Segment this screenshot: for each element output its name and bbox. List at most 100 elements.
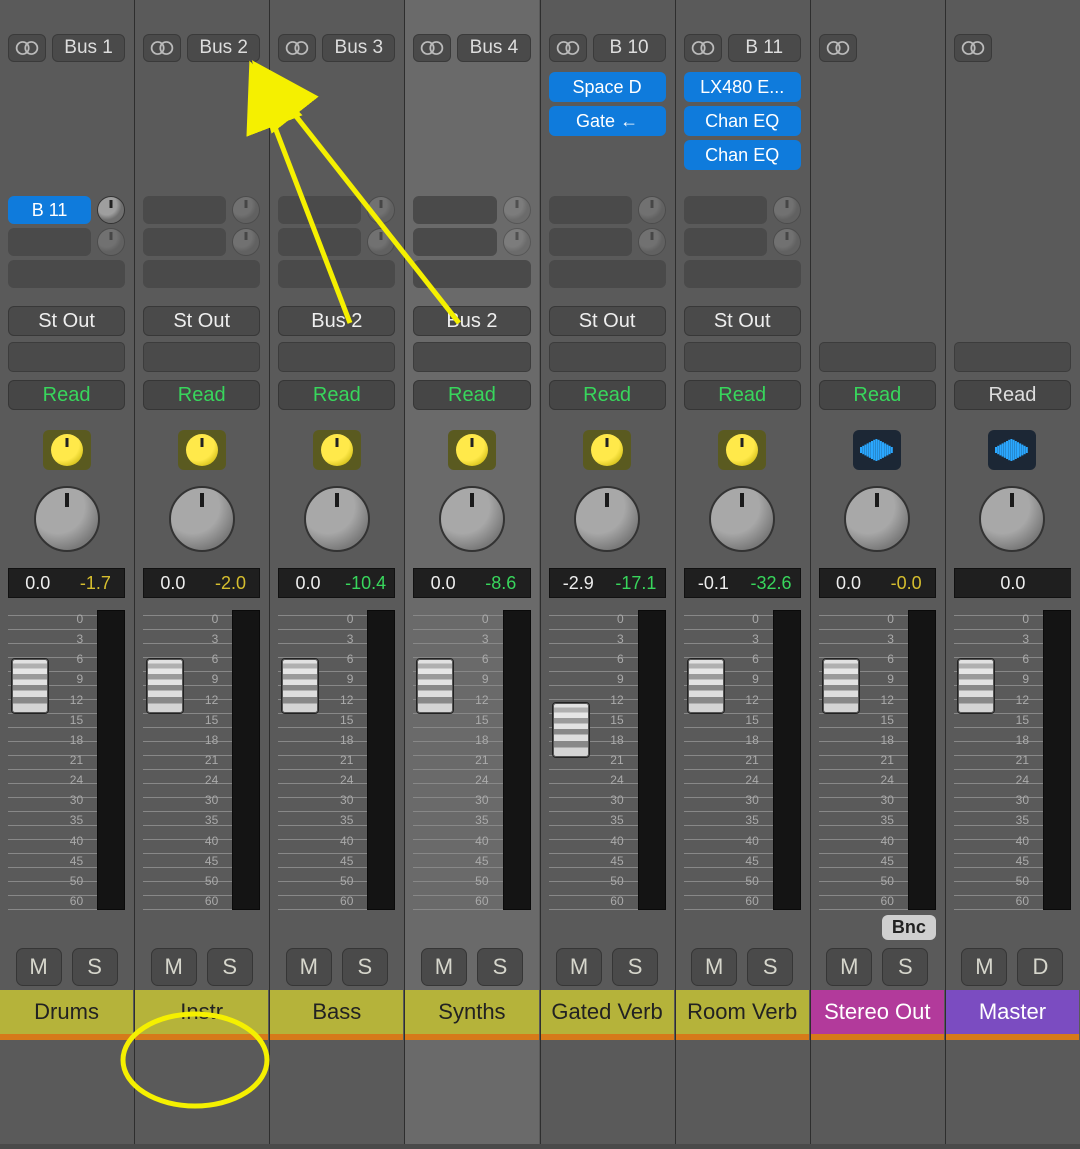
pan-knob[interactable] [169,486,235,552]
insert-slot[interactable]: Chan EQ [684,106,801,136]
output-slot[interactable]: Bus 2 [278,306,395,336]
solo-button[interactable]: S [342,948,388,986]
automation-mode-button[interactable]: Read [413,380,530,410]
track-name[interactable]: Drums [0,990,133,1034]
solo-button[interactable]: S [747,948,793,986]
output-slot[interactable]: St Out [684,306,801,336]
fader-track[interactable] [284,610,314,910]
solo-button[interactable]: S [72,948,118,986]
send-level-knob[interactable] [503,228,531,256]
stereo-icon[interactable] [819,34,857,62]
channel-strip[interactable]: B 11LX480 E...Chan EQChan EQ St OutRead-… [675,0,810,1144]
inserts-area[interactable]: Space DGate ← [549,72,666,190]
pan-knob[interactable] [709,486,775,552]
pan-knob[interactable] [439,486,505,552]
sends-area[interactable] [413,196,530,300]
send-slot-empty[interactable] [549,228,632,256]
fader-cap[interactable] [552,702,590,758]
stereo-icon[interactable] [143,34,181,62]
group-slot[interactable] [143,342,260,372]
fader-cap[interactable] [146,658,184,714]
gain-knob[interactable] [448,430,496,470]
input-bus-slot[interactable]: Bus 3 [322,34,395,62]
send-level-knob[interactable] [232,196,260,224]
output-slot[interactable]: St Out [549,306,666,336]
inserts-area[interactable] [143,72,260,190]
gain-knob[interactable] [313,430,361,470]
send-level-knob[interactable] [367,228,395,256]
stereo-icon[interactable] [549,34,587,62]
stereo-icon[interactable] [278,34,316,62]
sends-area[interactable] [954,196,1071,300]
channel-strip[interactable]: Read0.0 03691215182124303540455060 M D M… [945,0,1080,1144]
track-name[interactable]: Master [946,990,1079,1034]
pan-knob[interactable] [304,486,370,552]
inserts-area[interactable] [413,72,530,190]
channel-strip[interactable]: B 10Space DGate ← St OutRead-2.9-17.1 03… [540,0,675,1144]
send-slot-empty[interactable] [143,260,260,288]
send-slot-empty[interactable] [143,196,226,224]
send-slot-empty[interactable] [278,228,361,256]
group-slot[interactable] [684,342,801,372]
output-slot[interactable]: Bus 2 [413,306,530,336]
channel-strip[interactable]: Bus 2 St OutRead0.0-2.0 0369121518212430… [134,0,269,1144]
automation-mode-button[interactable]: Read [684,380,801,410]
sends-area[interactable] [278,196,395,300]
waveform-icon[interactable] [853,430,901,470]
send-slot-empty[interactable] [684,260,801,288]
fader-track[interactable] [555,610,585,910]
fader-track[interactable] [960,610,990,910]
send-slot-empty[interactable] [549,196,632,224]
stereo-icon[interactable] [8,34,46,62]
send-slot-empty[interactable] [278,260,395,288]
send-slot-empty[interactable] [278,196,361,224]
send-level-knob[interactable] [367,196,395,224]
group-slot[interactable] [413,342,530,372]
output-slot[interactable]: St Out [8,306,125,336]
pan-knob[interactable] [844,486,910,552]
automation-mode-button[interactable]: Read [549,380,666,410]
pan-knob[interactable] [979,486,1045,552]
mute-button[interactable]: M [421,948,467,986]
channel-strip[interactable]: Bus 4 Bus 2Read0.0-8.6 03691215182124303… [404,0,539,1144]
track-name[interactable]: Gated Verb [541,990,674,1034]
inserts-area[interactable] [954,72,1071,190]
track-name[interactable]: Bass [270,990,403,1034]
send-level-knob[interactable] [232,228,260,256]
group-slot[interactable] [549,342,666,372]
automation-mode-button[interactable]: Read [954,380,1071,410]
mute-button[interactable]: M [556,948,602,986]
inserts-area[interactable] [8,72,125,190]
solo-button[interactable]: S [882,948,928,986]
sends-area[interactable]: B 11 [8,196,125,300]
sends-area[interactable] [684,196,801,300]
send-slot-empty[interactable] [143,228,226,256]
automation-mode-button[interactable]: Read [819,380,936,410]
waveform-icon[interactable] [988,430,1036,470]
mute-button[interactable]: M [151,948,197,986]
track-name[interactable]: Instr [135,990,268,1034]
gain-knob[interactable] [718,430,766,470]
stereo-icon[interactable] [684,34,722,62]
stereo-icon[interactable] [954,34,992,62]
send-level-knob[interactable] [97,196,125,224]
automation-mode-button[interactable]: Read [143,380,260,410]
bounce-badge[interactable]: Bnc [882,915,936,940]
solo-button[interactable]: D [1017,948,1063,986]
send-slot-empty[interactable] [8,260,125,288]
automation-mode-button[interactable]: Read [8,380,125,410]
fader-track[interactable] [14,610,44,910]
track-name[interactable]: Stereo Out [811,990,944,1034]
send-level-knob[interactable] [638,196,666,224]
stereo-icon[interactable] [413,34,451,62]
solo-button[interactable]: S [477,948,523,986]
input-bus-slot[interactable]: Bus 2 [187,34,260,62]
send-slot[interactable]: B 11 [8,196,91,224]
insert-slot[interactable]: Chan EQ [684,140,801,170]
send-level-knob[interactable] [773,196,801,224]
input-bus-slot[interactable]: B 11 [728,34,801,62]
fader-cap[interactable] [822,658,860,714]
insert-slot[interactable]: LX480 E... [684,72,801,102]
send-slot-empty[interactable] [8,228,91,256]
insert-slot[interactable]: Gate ← [549,106,666,136]
